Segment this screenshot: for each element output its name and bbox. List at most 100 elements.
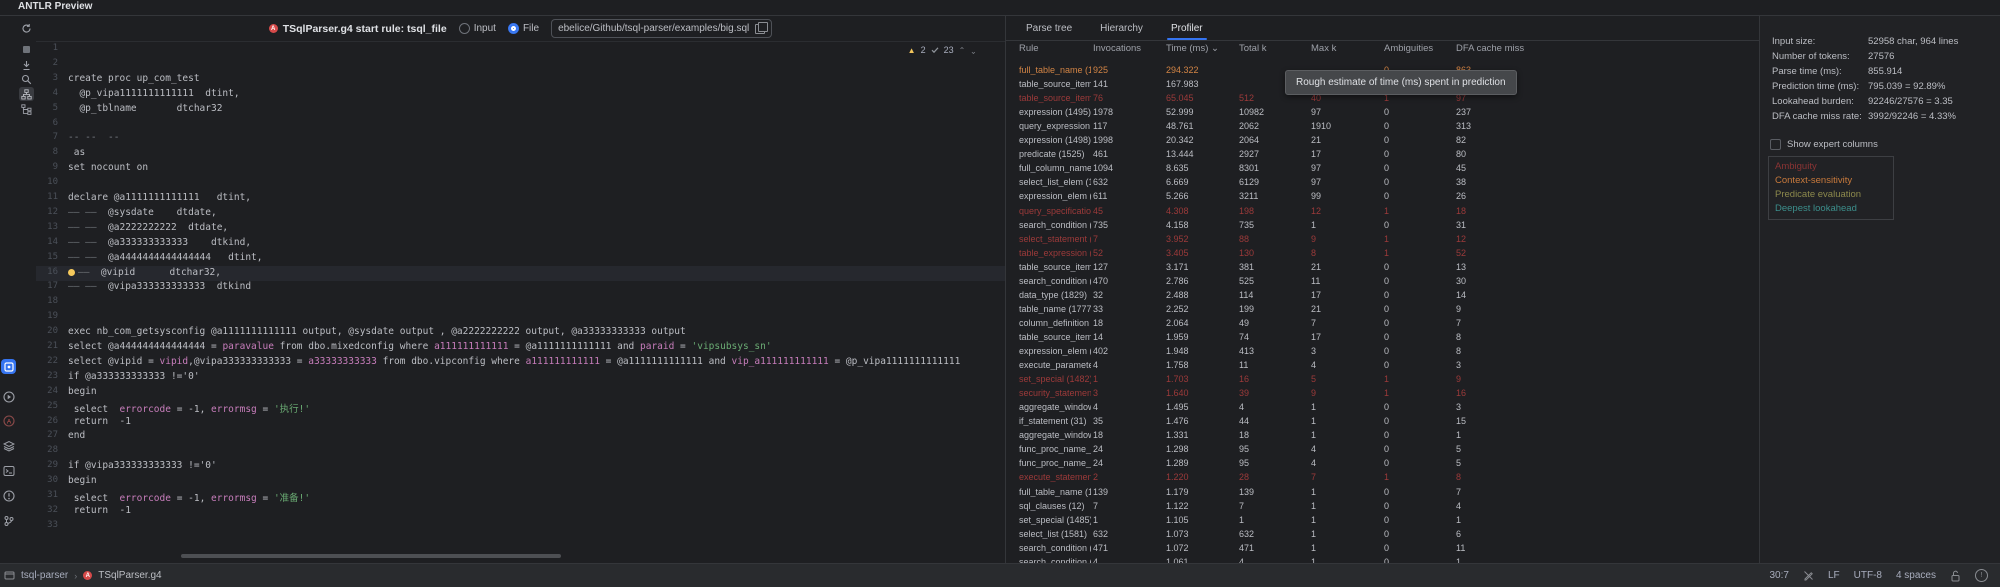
line-number[interactable]: 31 [36, 490, 58, 500]
line-number[interactable]: 32 [36, 505, 58, 515]
code-line[interactable]: 5 @p_tblname dtchar32 [36, 102, 1005, 117]
line-number[interactable]: 1 [36, 43, 58, 53]
line-number[interactable]: 29 [36, 460, 58, 470]
table-row[interactable]: select_list (1581)6321.073632106 [1006, 528, 1760, 542]
code-line[interactable]: 19 [36, 310, 1005, 325]
table-row[interactable]: set_special (1485)11.1051101 [1006, 514, 1760, 528]
code-line[interactable]: 17—— —— @vipa333333333333 dtkind [36, 280, 1005, 295]
code-line[interactable]: 1 [36, 42, 1005, 57]
table-row[interactable]: data_type (1829)322.48811417014 [1006, 289, 1760, 303]
code-line[interactable]: 30begin [36, 474, 1005, 489]
table-row[interactable]: set_special (1482)11.70316519 [1006, 373, 1760, 387]
breadcrumb-file[interactable]: TSqlParser.g4 [98, 570, 161, 581]
plugin-a-tool-icon[interactable]: A [1, 413, 16, 428]
code-line[interactable]: 23if @a333333333333 !='0' [36, 370, 1005, 385]
table-row[interactable]: query_expression (1527)11748.76120621910… [1006, 120, 1760, 134]
browse-file-icon[interactable] [755, 24, 765, 34]
column-header-invocations[interactable]: Invocations [1093, 43, 1141, 54]
line-number[interactable]: 27 [36, 430, 58, 440]
table-row[interactable]: search_condition (1519)7354.1587351031 [1006, 219, 1760, 233]
code-line[interactable]: 15—— —— @a4444444444444444 dtint, [36, 251, 1005, 266]
code-line[interactable]: 27end [36, 429, 1005, 444]
hierarchy-toggle-icon[interactable] [19, 102, 34, 116]
table-row[interactable]: func_proc_name_data...241.29895405 [1006, 443, 1760, 457]
services-tool-icon[interactable] [1, 438, 16, 453]
caret-position[interactable]: 30:7 [1769, 570, 1788, 581]
table-row[interactable]: expression (1495)197852.99910982970237 [1006, 106, 1760, 120]
code-line[interactable]: 26 return -1 [36, 415, 1005, 430]
file-radio[interactable]: File [508, 23, 539, 34]
tab-hierarchy[interactable]: Hierarchy [1100, 16, 1143, 40]
line-number[interactable]: 11 [36, 192, 58, 202]
code-line[interactable]: 6 [36, 117, 1005, 132]
code-line[interactable]: 4 @p_vipa1111111111111 dtint, [36, 87, 1005, 102]
git-branch-tool-icon[interactable] [1, 513, 16, 528]
table-row[interactable]: column_definition (1421)182.06449707 [1006, 317, 1760, 331]
code-line[interactable]: 18 [36, 295, 1005, 310]
indent-setting[interactable]: 4 spaces [1896, 570, 1936, 581]
table-row[interactable]: func_proc_name_serv...241.28995405 [1006, 457, 1760, 471]
line-ending[interactable]: LF [1828, 570, 1840, 581]
code-line[interactable]: 3create proc up_com_test [36, 72, 1005, 87]
code-line[interactable]: 2 [36, 57, 1005, 72]
code-editor[interactable]: ▲ 2 23 ⌃ ⌃ 123create proc up_com_test4 @… [36, 42, 1005, 563]
line-number[interactable]: 15 [36, 252, 58, 262]
column-header-total-k[interactable]: Total k [1239, 43, 1266, 54]
code-line[interactable]: 11declare @a1111111111111 dtint, [36, 191, 1005, 206]
line-number[interactable]: 10 [36, 177, 58, 187]
stop-icon[interactable] [19, 42, 34, 56]
code-line[interactable]: 31 select errorcode = -1, errormsg = '准备… [36, 489, 1005, 504]
tab-parse-tree[interactable]: Parse tree [1026, 16, 1072, 40]
table-row[interactable]: table_source_item (15...1273.17138121013 [1006, 261, 1760, 275]
line-number[interactable]: 13 [36, 222, 58, 232]
table-row[interactable]: table_name (1777)332.2521992109 [1006, 303, 1760, 317]
table-row[interactable]: expression (1498)199820.342206421082 [1006, 134, 1760, 148]
table-row[interactable]: execute_statement (43...21.22028718 [1006, 471, 1760, 485]
code-line[interactable]: 9set nocount on [36, 161, 1005, 176]
column-header-ambiguities[interactable]: Ambiguities [1384, 43, 1433, 54]
line-number[interactable]: 22 [36, 356, 58, 366]
code-line[interactable]: 32 return -1 [36, 504, 1005, 519]
scroll-to-end-icon[interactable] [19, 58, 34, 72]
code-line[interactable]: 7-- -- -- [36, 131, 1005, 146]
code-line[interactable]: 21select @a444444444444444 = paravalue f… [36, 340, 1005, 355]
table-row[interactable]: security_statement (7...31.640399116 [1006, 387, 1760, 401]
line-number[interactable]: 3 [36, 73, 58, 83]
line-number[interactable]: 19 [36, 311, 58, 321]
show-expert-columns-checkbox[interactable]: Show expert columns [1770, 139, 1878, 150]
code-line[interactable]: 24begin [36, 385, 1005, 400]
parse-tree-toggle-icon[interactable] [19, 87, 34, 101]
table-row[interactable]: query_specification (1...454.30819812118 [1006, 205, 1760, 219]
input-radio[interactable]: Input [459, 23, 496, 34]
run-tool-icon[interactable] [1, 389, 16, 404]
code-line[interactable]: 12—— —— @sysdate dtdate, [36, 206, 1005, 221]
table-row[interactable]: search_condition (1517)4702.78652511030 [1006, 275, 1760, 289]
table-row[interactable]: table_source_item (15...141.959741708 [1006, 331, 1760, 345]
file-encoding[interactable]: UTF-8 [1854, 570, 1882, 581]
breadcrumb-root[interactable]: tsql-parser [21, 570, 68, 581]
column-header-rule[interactable]: Rule [1019, 43, 1039, 54]
table-row[interactable]: aggregate_windowed...181.33118101 [1006, 429, 1760, 443]
unlocked-icon[interactable] [1950, 570, 1961, 582]
file-path-field[interactable]: ebelice/Github/tsql-parser/examples/big.… [551, 19, 772, 38]
column-header-max-k[interactable]: Max k [1311, 43, 1336, 54]
line-number[interactable]: 17 [36, 281, 58, 291]
line-number[interactable]: 5 [36, 103, 58, 113]
code-line[interactable]: 8 as [36, 146, 1005, 161]
table-row[interactable]: full_column_name (17...10948.63583019704… [1006, 162, 1760, 176]
line-number[interactable]: 24 [36, 386, 58, 396]
code-line[interactable]: 22select @vipid = vipid,@vipa33333333333… [36, 355, 1005, 370]
intention-bulb-icon[interactable] [68, 269, 75, 276]
line-number[interactable]: 23 [36, 371, 58, 381]
code-line[interactable]: 33 [36, 519, 1005, 534]
line-number[interactable]: 14 [36, 237, 58, 247]
tab-profiler[interactable]: Profiler [1171, 16, 1203, 40]
code-line[interactable]: 28 [36, 444, 1005, 459]
line-number[interactable]: 30 [36, 475, 58, 485]
line-number[interactable]: 12 [36, 207, 58, 217]
table-row[interactable]: expression_elem (1590)6115.266321199026 [1006, 190, 1760, 204]
table-row[interactable]: search_condition (1516)4711.0724711011 [1006, 542, 1760, 556]
table-row[interactable]: if_statement (31)351.476441015 [1006, 415, 1760, 429]
line-number[interactable]: 6 [36, 118, 58, 128]
table-row[interactable]: predicate (1525)46113.444292717080 [1006, 148, 1760, 162]
